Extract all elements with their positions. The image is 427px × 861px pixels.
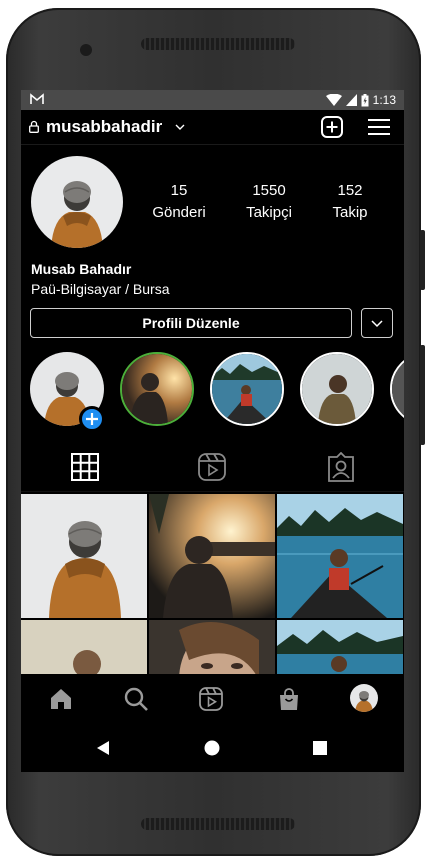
following-count: 152 [337,182,363,199]
grid-icon[interactable] [70,452,100,482]
avatar-photo [350,684,378,712]
top-speaker [141,38,295,50]
bottom-speaker [141,818,295,830]
tabs-divider [21,491,404,492]
add-story-button[interactable] [79,406,105,432]
wifi-icon [325,94,342,106]
profile-bio: Paü-Bilgisayar / Bursa [31,281,170,297]
new-post-icon[interactable] [321,116,343,138]
followers-label: Takipçi [246,204,292,221]
story-photo [212,354,282,424]
menu-icon[interactable] [368,118,390,136]
story-4[interactable] [300,352,374,426]
screen: 1:13 musabbahadir 15 Gönderi 1550 Takipç… [21,90,404,772]
followers-count: 1550 [252,182,286,199]
gmail-icon [30,93,44,104]
home-circle-icon[interactable] [204,740,220,756]
signal-icon [345,94,357,106]
following-label: Takip [332,204,368,221]
lock-icon [29,120,39,133]
grid-post[interactable] [21,494,147,618]
stat-posts[interactable]: 15 Gönderi [139,180,219,224]
home-icon[interactable] [48,686,74,712]
story-photo [122,354,192,424]
avatar-photo [31,156,123,248]
grid-post[interactable] [277,494,403,618]
system-navigation [21,724,404,772]
post-photo [149,494,275,618]
bottom-navigation [21,674,404,724]
post-photo [277,494,403,618]
status-right: 1:13 [325,93,396,107]
recents-icon[interactable] [313,741,327,755]
status-time: 1:13 [372,93,396,107]
story-5[interactable] [390,352,404,426]
profile-header: musabbahadir [21,112,404,144]
tagged-icon[interactable] [326,452,356,482]
volume-button [420,230,425,290]
profile-avatar[interactable] [31,156,123,248]
back-icon[interactable] [96,740,110,756]
plus-icon [86,413,98,425]
search-icon[interactable] [123,686,149,712]
grid-post[interactable] [149,494,275,618]
header-divider [21,144,404,145]
front-camera [80,44,92,56]
username[interactable]: musabbahadir [46,117,162,137]
profile-avatar[interactable] [350,684,378,712]
suggestions-dropdown-button[interactable] [361,308,393,338]
edit-profile-button[interactable]: Profili Düzenle [30,308,352,338]
stat-followers[interactable]: 1550 Takipçi [229,180,309,224]
posts-label: Gönderi [152,204,206,221]
profile-name: Musab Bahadır [31,261,132,277]
posts-count: 15 [170,182,188,199]
battery-icon [361,93,369,106]
chevron-down-icon[interactable] [173,121,187,133]
shop-icon[interactable] [276,686,302,712]
power-button [420,345,425,445]
post-photo [21,494,147,618]
story-photo [392,354,404,424]
status-bar: 1:13 [21,90,404,110]
story-2[interactable] [120,352,194,426]
reels-icon[interactable] [198,686,224,712]
stat-following[interactable]: 152 Takip [310,180,390,224]
story-3[interactable] [210,352,284,426]
reels-icon[interactable] [197,452,227,482]
story-photo [302,354,372,424]
chevron-down-icon [371,320,383,328]
